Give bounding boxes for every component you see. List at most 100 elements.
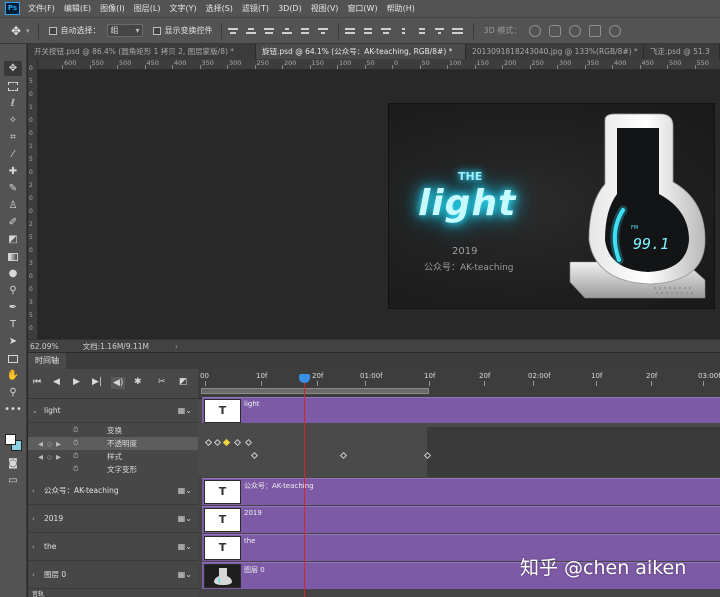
timeline-layer-0[interactable]: › 图层 0 ▦⌄ bbox=[28, 561, 198, 589]
tab-timeline[interactable]: 时间轴 bbox=[28, 353, 66, 369]
film-strip-menu-icon[interactable]: ▦⌄ bbox=[178, 570, 192, 579]
next-frame-icon[interactable]: ▶| bbox=[92, 377, 102, 387]
document-canvas[interactable]: THE light 2019 公众号：AK-teaching FM 99.1 bbox=[388, 103, 715, 309]
chevron-right-icon[interactable]: › bbox=[32, 571, 40, 579]
tab-jpg[interactable]: 20130918182430­40.jpg @ 133%(RGB/8#) * bbox=[466, 44, 644, 59]
transition-icon[interactable]: ◩ bbox=[179, 377, 188, 387]
play-icon[interactable]: ▶ bbox=[73, 377, 80, 387]
film-strip-menu-icon[interactable]: ▦⌄ bbox=[178, 542, 192, 551]
zoom-tool-icon[interactable]: ⚲ bbox=[4, 385, 22, 400]
zoom-level[interactable]: 62.09% bbox=[30, 342, 59, 351]
pen-tool-icon[interactable]: ✒ bbox=[4, 300, 22, 315]
auto-align-icon[interactable] bbox=[451, 25, 465, 37]
timeline-layer-the[interactable]: › the ▦⌄ bbox=[28, 533, 198, 561]
menu-file[interactable]: 文件(F) bbox=[28, 3, 55, 14]
distribute-hcenter-icon[interactable] bbox=[415, 25, 429, 37]
chevron-right-icon[interactable]: › bbox=[32, 543, 40, 551]
tab-switch-button-psd[interactable]: 开关按钮.psd @ 86.4% (圆角矩形 1 拷贝 2, 图层蒙版/8) * bbox=[28, 44, 256, 59]
film-strip-menu-icon[interactable]: ▦⌄ bbox=[178, 486, 192, 495]
marquee-tool-icon[interactable] bbox=[4, 79, 22, 94]
clip-light[interactable]: T light bbox=[202, 397, 720, 423]
timeline-layer-light[interactable]: ⌄ light ▦⌄ bbox=[28, 399, 198, 423]
keyframe-navigator-icon[interactable]: ◀◇▶ bbox=[38, 440, 65, 448]
menu-help[interactable]: 帮助(H) bbox=[387, 3, 415, 14]
distribute-right-icon[interactable] bbox=[433, 25, 447, 37]
tab-fly-psd[interactable]: 飞走.psd @ 51.3 bbox=[644, 44, 720, 59]
menu-edit[interactable]: 编辑(E) bbox=[64, 3, 91, 14]
align-top-icon[interactable] bbox=[226, 25, 240, 37]
3d-scale-icon[interactable] bbox=[609, 24, 622, 37]
eyedropper-tool-icon[interactable]: ⁄ bbox=[4, 147, 22, 162]
rectangle-tool-icon[interactable] bbox=[4, 351, 22, 366]
blur-tool-icon[interactable]: ● bbox=[4, 266, 22, 281]
previous-frame-icon[interactable]: ◀ bbox=[53, 377, 60, 387]
property-style[interactable]: ◀◇▶ ⏱ 样式 bbox=[28, 450, 198, 463]
align-right-icon[interactable] bbox=[316, 25, 330, 37]
foreground-color-swatch[interactable] bbox=[5, 434, 16, 445]
clip-ak-teaching[interactable]: T 公众号：AK-teaching bbox=[202, 478, 720, 505]
chevron-right-icon[interactable]: › bbox=[32, 515, 40, 523]
lasso-tool-icon[interactable]: ℓ bbox=[4, 96, 22, 111]
chevron-right-icon[interactable]: › bbox=[32, 487, 40, 495]
align-left-icon[interactable] bbox=[280, 25, 294, 37]
playhead-handle[interactable] bbox=[299, 374, 310, 383]
first-frame-icon[interactable]: ⏮ bbox=[33, 377, 41, 387]
align-bottom-icon[interactable] bbox=[262, 25, 276, 37]
brush-tool-icon[interactable]: ✎ bbox=[4, 181, 22, 196]
menu-layer[interactable]: 图层(L) bbox=[134, 3, 161, 14]
film-strip-menu-icon[interactable]: ▦⌄ bbox=[178, 406, 192, 415]
tool-preset-chevron-icon[interactable]: ▾ bbox=[26, 27, 30, 35]
path-selection-tool-icon[interactable]: ➤ bbox=[4, 334, 22, 349]
history-brush-tool-icon[interactable]: ✐ bbox=[4, 215, 22, 230]
distribute-bottom-icon[interactable] bbox=[379, 25, 393, 37]
auto-select-checkbox[interactable] bbox=[48, 26, 57, 35]
gradient-tool-icon[interactable] bbox=[4, 249, 22, 264]
move-tool-icon[interactable]: ✥ bbox=[8, 23, 24, 39]
crop-tool-icon[interactable]: ⌗ bbox=[4, 130, 22, 145]
stopwatch-icon[interactable]: ⏱ bbox=[73, 465, 78, 474]
work-area-bar[interactable] bbox=[201, 388, 429, 394]
status-menu-chevron-icon[interactable]: › bbox=[175, 342, 178, 351]
align-vcenter-icon[interactable] bbox=[244, 25, 258, 37]
auto-select-dropdown[interactable]: 组 bbox=[106, 24, 143, 37]
menu-view[interactable]: 视图(V) bbox=[311, 3, 339, 14]
distribute-top-icon[interactable] bbox=[343, 25, 357, 37]
stopwatch-icon[interactable]: ⏱ bbox=[73, 439, 78, 448]
timeline-layer-ak-teaching[interactable]: › 公众号：AK-teaching ▦⌄ bbox=[28, 477, 198, 505]
settings-gear-icon[interactable]: ✱ bbox=[134, 377, 142, 387]
tab-knob-psd[interactable]: 旋钮.psd @ 64.1% (公众号：AK-teaching, RGB/8#)… bbox=[256, 44, 466, 59]
show-transform-checkbox[interactable] bbox=[152, 26, 161, 35]
property-opacity[interactable]: ◀◇▶ ⏱ 不透明度 bbox=[28, 437, 198, 450]
film-strip-menu-icon[interactable]: ▦⌄ bbox=[178, 514, 192, 523]
clone-stamp-tool-icon[interactable]: ♙ bbox=[4, 198, 22, 213]
stopwatch-icon[interactable]: ⏱ bbox=[73, 452, 78, 461]
menu-filter[interactable]: 滤镜(T) bbox=[242, 3, 269, 14]
menu-3d[interactable]: 3D(D) bbox=[278, 4, 302, 13]
menu-select[interactable]: 选择(S) bbox=[206, 3, 233, 14]
move-tool-icon[interactable]: ✥ bbox=[4, 61, 22, 76]
3d-pan-icon[interactable] bbox=[569, 24, 582, 37]
distribute-left-icon[interactable] bbox=[397, 25, 411, 37]
3d-slide-icon[interactable] bbox=[589, 24, 602, 37]
menu-type[interactable]: 文字(Y) bbox=[169, 3, 196, 14]
property-transform[interactable]: ⏱ 变换 bbox=[28, 424, 198, 437]
eraser-tool-icon[interactable]: ◩ bbox=[4, 232, 22, 247]
type-tool-icon[interactable]: T bbox=[4, 317, 22, 332]
menu-image[interactable]: 图像(I) bbox=[100, 3, 125, 14]
dodge-tool-icon[interactable]: ⚲ bbox=[4, 283, 22, 298]
chevron-down-icon[interactable]: ⌄ bbox=[32, 407, 40, 415]
more-tools-icon[interactable]: ••• bbox=[4, 402, 22, 417]
timeline-audio-track[interactable]: 音轨 bbox=[28, 589, 198, 597]
quick-mask-icon[interactable]: ◙ bbox=[4, 456, 22, 471]
align-hcenter-icon[interactable] bbox=[298, 25, 312, 37]
distribute-vcenter-icon[interactable] bbox=[361, 25, 375, 37]
magic-wand-tool-icon[interactable]: ✧ bbox=[4, 113, 22, 128]
audio-toggle-icon[interactable]: ◀) bbox=[111, 377, 126, 389]
clip-2019[interactable]: T 2019 bbox=[202, 506, 720, 533]
hand-tool-icon[interactable]: ✋ bbox=[4, 368, 22, 383]
timeline-layer-2019[interactable]: › 2019 ▦⌄ bbox=[28, 505, 198, 533]
healing-brush-tool-icon[interactable]: ✚ bbox=[4, 164, 22, 179]
screen-mode-icon[interactable]: ▭ bbox=[4, 473, 22, 488]
timeline-ruler[interactable]: 00 10f 20f 01:00f 10f 20f 02:00f 10f 20f 03:00f bbox=[198, 369, 720, 399]
3d-roll-icon[interactable] bbox=[549, 24, 562, 37]
